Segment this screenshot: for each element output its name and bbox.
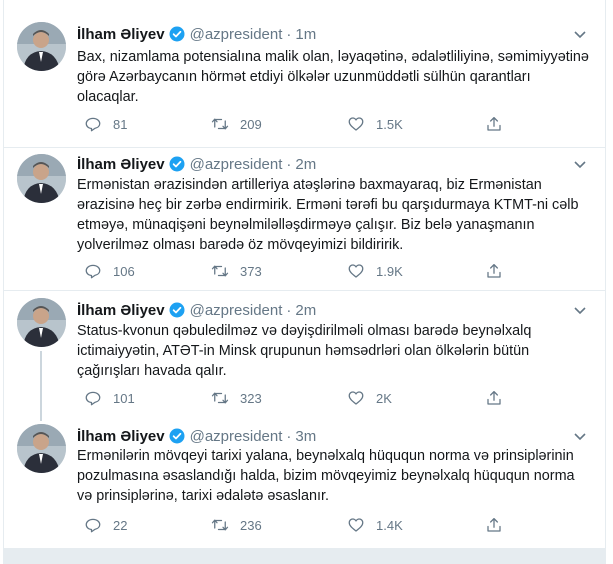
share-icon	[487, 517, 501, 532]
like-count: 1.9K	[376, 263, 403, 279]
share-button[interactable]	[485, 113, 514, 135]
chevron-down-icon[interactable]	[572, 428, 588, 444]
separator-dot: ·	[286, 427, 292, 445]
retweet-button[interactable]: 323	[211, 387, 262, 409]
retweet-count: 236	[240, 517, 262, 533]
tweet-text: Status-kvonun qəbuledilməz və dəyişdiril…	[77, 323, 532, 379]
author-name[interactable]: İlham Əliyev	[77, 156, 165, 173]
author-name[interactable]: İlham Əliyev	[77, 428, 165, 445]
share-icon	[487, 116, 501, 131]
retweet-icon	[211, 392, 229, 404]
reply-icon	[85, 518, 101, 533]
author-name[interactable]: İlham Əliyev	[77, 302, 165, 319]
tweet[interactable]: İlham Əliyev @azpresident · 2m Ermənista…	[4, 148, 605, 290]
retweet-icon	[211, 519, 229, 531]
reply-icon	[85, 264, 101, 279]
separator-dot: ·	[286, 25, 292, 43]
tweet-actions: 22 236 1.4K	[77, 514, 507, 536]
tweet-header: İlham Əliyev @azpresident · 1m	[77, 24, 316, 44]
tweet[interactable]: İlham Əliyev @azpresident · 1m Bax, niza…	[4, 0, 605, 147]
retweet-count: 373	[240, 263, 262, 279]
retweet-button[interactable]: 236	[211, 514, 262, 536]
verified-badge-icon	[168, 427, 186, 445]
reply-icon	[85, 117, 101, 132]
retweet-button[interactable]: 209	[211, 113, 262, 135]
like-icon	[348, 518, 364, 532]
retweet-button[interactable]: 373	[211, 260, 262, 282]
tweet[interactable]: İlham Əliyev @azpresident · 3m Ermənilər…	[4, 421, 605, 548]
share-button[interactable]	[485, 514, 514, 536]
timestamp[interactable]: 2m	[295, 156, 316, 173]
like-icon	[348, 264, 364, 278]
like-count: 1.5K	[376, 116, 403, 132]
tweet-header: İlham Əliyev @azpresident · 3m	[77, 426, 316, 446]
reply-count: 81	[113, 116, 128, 132]
like-button[interactable]: 1.4K	[347, 514, 403, 536]
reply-icon	[85, 391, 101, 406]
author-handle[interactable]: @azpresident	[190, 156, 283, 173]
avatar[interactable]	[17, 154, 66, 203]
separator-dot: ·	[286, 301, 292, 319]
retweet-icon	[211, 265, 229, 277]
reply-button[interactable]: 81	[84, 113, 127, 135]
tweet-actions: 101 323 2K	[77, 387, 507, 409]
tweet-actions: 81 209 1.5K	[77, 113, 507, 135]
tweet-actions: 106 373 1.9K	[77, 260, 507, 282]
tweet-header: İlham Əliyev @azpresident · 2m	[77, 300, 316, 320]
avatar[interactable]	[17, 298, 66, 347]
author-handle[interactable]: @azpresident	[190, 302, 283, 319]
tweet-text: Bax, nizamlama potensialına malik olan, …	[77, 49, 589, 105]
retweet-icon	[211, 118, 229, 130]
reply-count: 101	[113, 390, 135, 406]
avatar[interactable]	[17, 22, 66, 71]
thread-connector	[40, 351, 42, 421]
author-name[interactable]: İlham Əliyev	[77, 26, 165, 43]
timestamp[interactable]: 2m	[295, 302, 316, 319]
verified-badge-icon	[168, 155, 186, 173]
avatar[interactable]	[17, 424, 66, 473]
verified-badge-icon	[168, 301, 186, 319]
tweet-text: Ermənistan ərazisindən artilleriya atəşl…	[77, 177, 579, 253]
like-icon	[348, 117, 364, 131]
share-button[interactable]	[485, 387, 514, 409]
author-handle[interactable]: @azpresident	[190, 26, 283, 43]
like-button[interactable]: 1.5K	[347, 113, 403, 135]
reply-button[interactable]: 101	[84, 387, 135, 409]
tweet-text: Ermənilərin mövqeyi tarixi yalana, beynə…	[77, 448, 575, 504]
reply-button[interactable]: 22	[84, 514, 127, 536]
verified-badge-icon	[168, 25, 186, 43]
retweet-count: 209	[240, 116, 262, 132]
like-button[interactable]: 2K	[347, 387, 392, 409]
timeline-footer	[3, 548, 606, 564]
share-icon	[487, 263, 501, 278]
chevron-down-icon[interactable]	[572, 26, 588, 42]
like-count: 2K	[376, 390, 392, 406]
like-count: 1.4K	[376, 517, 403, 533]
timeline-feed: İlham Əliyev @azpresident · 1m Bax, niza…	[3, 0, 606, 548]
timestamp[interactable]: 3m	[295, 428, 316, 445]
reply-button[interactable]: 106	[84, 260, 135, 282]
reply-count: 106	[113, 263, 135, 279]
like-button[interactable]: 1.9K	[347, 260, 403, 282]
timestamp[interactable]: 1m	[295, 26, 316, 43]
share-icon	[487, 390, 501, 405]
retweet-count: 323	[240, 390, 262, 406]
chevron-down-icon[interactable]	[572, 302, 588, 318]
reply-count: 22	[113, 517, 128, 533]
author-handle[interactable]: @azpresident	[190, 428, 283, 445]
tweet-header: İlham Əliyev @azpresident · 2m	[77, 154, 316, 174]
chevron-down-icon[interactable]	[572, 156, 588, 172]
like-icon	[348, 391, 364, 405]
share-button[interactable]	[485, 260, 514, 282]
tweet[interactable]: İlham Əliyev @azpresident · 2m Status-kv…	[4, 291, 605, 421]
separator-dot: ·	[286, 155, 292, 173]
